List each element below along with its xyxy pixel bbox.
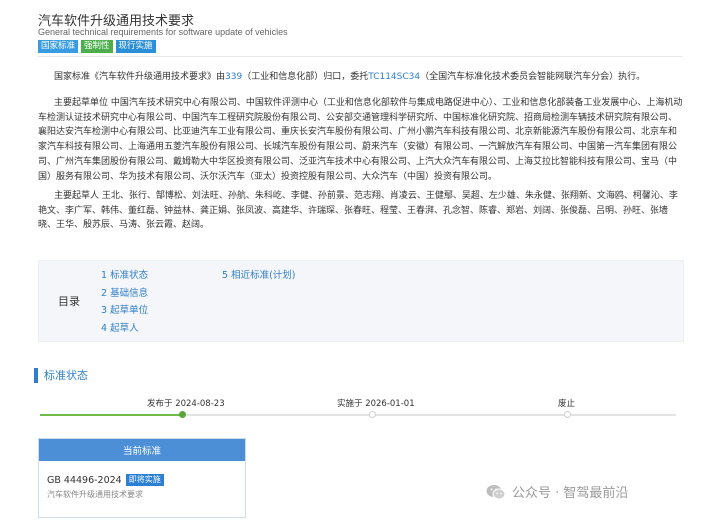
- timeline-progress: [40, 414, 182, 416]
- toc-item-drafting-units[interactable]: 3 起草单位: [101, 302, 148, 320]
- section-marker: [34, 368, 38, 383]
- standard-code-row: GB 44496-2024 即将实施: [47, 474, 164, 486]
- badge-national-standard: 国家标准: [38, 40, 79, 53]
- timeline-dot-published: [179, 411, 186, 418]
- toc-list-right: 5 相近标准(计划): [222, 267, 295, 285]
- standard-subtitle: 汽车软件升级通用技术要求: [47, 490, 143, 499]
- watermark: 公众号 · 智驾最前沿: [486, 482, 628, 501]
- timeline-dot-abolished: [564, 411, 571, 418]
- timeline-label-published: 发布于 2024-08-23: [147, 399, 225, 409]
- toc-list: 1 标准状态 2 基础信息 3 起草单位 4 起草人: [101, 267, 148, 337]
- card-header: 当前标准: [39, 439, 245, 461]
- org-link-339[interactable]: 339: [225, 72, 242, 82]
- page-title-english: General technical requirements for softw…: [38, 27, 288, 37]
- drafting-units-paragraph: 主要起草单位 中国汽车技术研究中心有限公司、中国软件评测中心（工业和信息化部软件…: [38, 98, 683, 182]
- upcoming-badge: 即将实施: [125, 474, 164, 486]
- drafters-paragraph: 主要起草人 王北、张行、郜博松、刘法旺、孙航、朱科屹、李健、孙前景、范志翔、肖凌…: [38, 191, 678, 231]
- table-of-contents: 目录 1 标准状态 2 基础信息 3 起草单位 4 起草人 5 相近标准(计划): [38, 260, 684, 342]
- toc-item-status[interactable]: 1 标准状态: [101, 267, 148, 285]
- timeline-label-abolished: 废止: [558, 399, 576, 409]
- watermark-text: 公众号 · 智驾最前沿: [512, 486, 629, 501]
- toc-item-related-standards[interactable]: 5 相近标准(计划): [222, 267, 295, 285]
- toc-label: 目录: [58, 295, 80, 308]
- current-standard-card[interactable]: 当前标准 GB 44496-2024 即将实施 汽车软件升级通用技术要求: [38, 438, 246, 518]
- badge-mandatory: 强制性: [81, 40, 113, 53]
- timeline-dot-effective: [369, 411, 376, 418]
- standard-badges: 国家标准 强制性 现行实施: [38, 40, 156, 53]
- header-divider: [38, 56, 682, 57]
- section-title-status: 标准状态: [44, 369, 88, 382]
- wechat-icon: [486, 484, 506, 500]
- org-link-tc114sc34[interactable]: TC114SC34: [368, 72, 420, 82]
- badge-status: 现行实施: [115, 40, 156, 53]
- toc-item-drafters[interactable]: 4 起草人: [101, 320, 148, 338]
- toc-item-basic-info[interactable]: 2 基础信息: [101, 285, 148, 303]
- responsible-org-paragraph: 国家标准《汽车软件升级通用技术要求》由339（工业和信息化部）归口，委托TC11…: [54, 72, 646, 82]
- timeline-label-effective: 实施于 2026-01-01: [337, 399, 415, 409]
- standard-code: GB 44496-2024: [47, 474, 122, 486]
